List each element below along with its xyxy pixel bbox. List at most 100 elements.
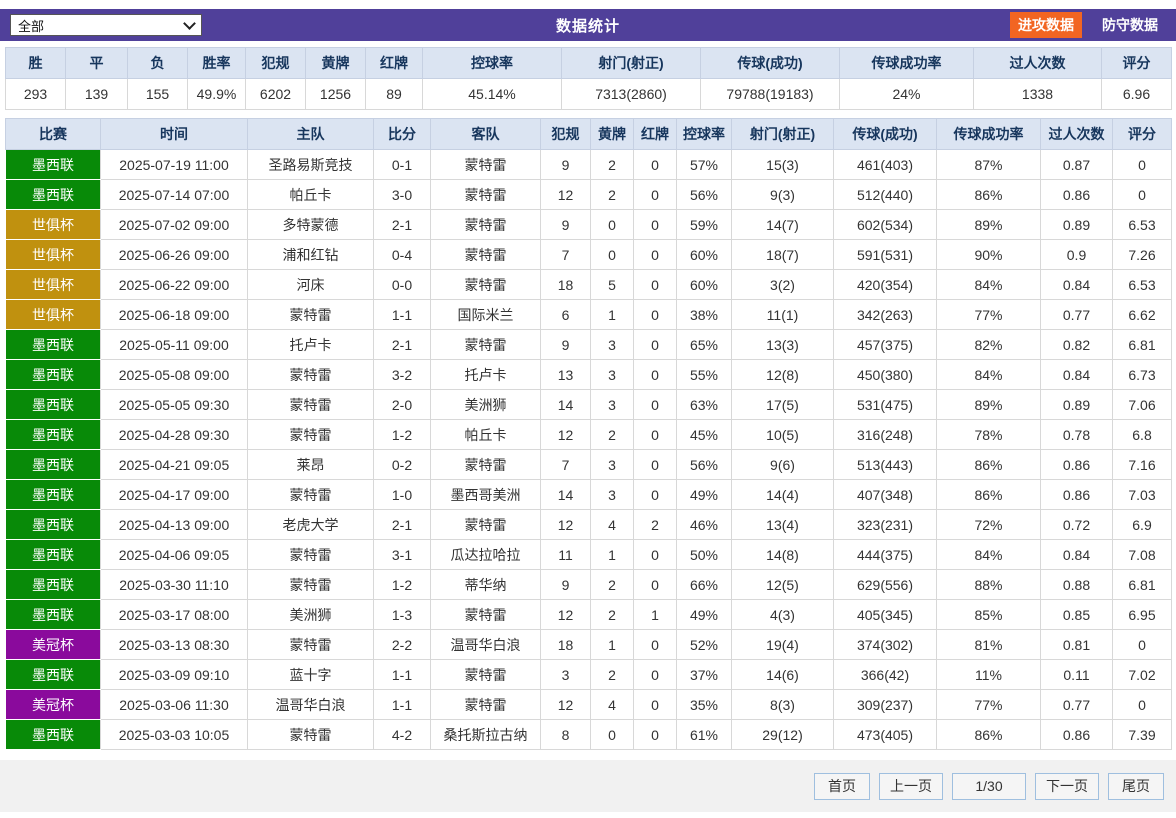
league-badge: 墨西联 xyxy=(5,599,101,630)
league-badge: 墨西联 xyxy=(5,329,101,360)
match-row: 墨西联 2025-03-17 08:00 美洲狮 1-3 蒙特雷 12 2 1 49% 4(3) 4… xyxy=(5,599,1172,630)
prev-page-button[interactable]: 上一页 xyxy=(879,772,943,800)
match-cell: 0.81 xyxy=(1040,629,1113,660)
match-cell: 316(248) xyxy=(833,419,937,450)
match-cell: 81% xyxy=(936,629,1041,660)
match-cell: 450(380) xyxy=(833,359,937,390)
match-cell: 61% xyxy=(676,719,732,750)
league-badge: 墨西联 xyxy=(5,659,101,690)
next-page-button[interactable]: 下一页 xyxy=(1035,772,1099,800)
pagination-bar: 首页 上一页 1/30 下一页 尾页 xyxy=(0,760,1176,812)
match-row: 世俱杯 2025-07-02 09:00 多特蒙德 2-1 蒙特雷 9 0 0 59% 14(7)… xyxy=(5,209,1172,240)
match-cell: 1-1 xyxy=(373,659,431,690)
match-cell: 9 xyxy=(540,149,591,180)
league-badge: 墨西联 xyxy=(5,509,101,540)
league-badge: 墨西联 xyxy=(5,419,101,450)
match-cell: 美洲狮 xyxy=(247,599,374,630)
match-cell: 0.87 xyxy=(1040,149,1113,180)
summary-header-cell: 评分 xyxy=(1101,47,1172,79)
match-cell: 14 xyxy=(540,389,591,420)
match-cell: 366(42) xyxy=(833,659,937,690)
league-badge: 墨西联 xyxy=(5,449,101,480)
match-cell: 蒙特雷 xyxy=(430,209,541,240)
match-cell: 11(1) xyxy=(731,299,834,330)
match-row: 世俱杯 2025-06-22 09:00 河床 0-0 蒙特雷 18 5 0 60% 3(2) 42… xyxy=(5,269,1172,300)
match-cell: 浦和红钻 xyxy=(247,239,374,270)
match-cell: 323(231) xyxy=(833,509,937,540)
match-cell: 0 xyxy=(1112,689,1172,720)
match-cell: 72% xyxy=(936,509,1041,540)
match-cell: 82% xyxy=(936,329,1041,360)
matches-header-cell: 时间 xyxy=(100,118,248,150)
match-cell: 531(475) xyxy=(833,389,937,420)
match-cell: 46% xyxy=(676,509,732,540)
match-cell: 2 xyxy=(590,419,634,450)
match-cell: 桑托斯拉古纳 xyxy=(430,719,541,750)
match-cell: 6.95 xyxy=(1112,599,1172,630)
matches-header-cell: 评分 xyxy=(1112,118,1172,150)
match-cell: 0 xyxy=(590,719,634,750)
matches-header-cell: 控球率 xyxy=(676,118,732,150)
match-row: 墨西联 2025-07-19 11:00 圣路易斯竞技 0-1 蒙特雷 9 2 0 57% 15(… xyxy=(5,149,1172,180)
match-cell: 87% xyxy=(936,149,1041,180)
match-cell: 60% xyxy=(676,239,732,270)
match-cell: 蒙特雷 xyxy=(247,539,374,570)
page-indicator[interactable]: 1/30 xyxy=(952,772,1026,800)
match-cell: 3-0 xyxy=(373,179,431,210)
matches-header-cell: 黄牌 xyxy=(590,118,634,150)
match-cell: 6.62 xyxy=(1112,299,1172,330)
match-cell: 52% xyxy=(676,629,732,660)
match-cell: 0 xyxy=(633,719,677,750)
match-cell: 蒙特雷 xyxy=(247,629,374,660)
summary-header-cell: 传球(成功) xyxy=(700,47,840,79)
match-row: 美冠杯 2025-03-13 08:30 蒙特雷 2-2 温哥华白浪 18 1 0 52% 19(… xyxy=(5,629,1172,660)
match-cell: 9(6) xyxy=(731,449,834,480)
match-cell: 4-2 xyxy=(373,719,431,750)
match-row: 墨西联 2025-04-06 09:05 蒙特雷 3-1 瓜达拉哈拉 11 1 0 50% 14(… xyxy=(5,539,1172,570)
match-cell: 2025-03-13 08:30 xyxy=(100,629,248,660)
match-cell: 蒙特雷 xyxy=(247,719,374,750)
match-cell: 2 xyxy=(590,569,634,600)
match-cell: 0 xyxy=(633,359,677,390)
match-cell: 0.89 xyxy=(1040,209,1113,240)
match-cell: 2025-03-06 11:30 xyxy=(100,689,248,720)
summary-value-cell: 79788(19183) xyxy=(700,78,840,110)
match-row: 墨西联 2025-03-03 10:05 蒙特雷 4-2 桑托斯拉古纳 8 0 0 61% 29(… xyxy=(5,719,1172,750)
match-cell: 0.77 xyxy=(1040,689,1113,720)
summary-header-cell: 传球成功率 xyxy=(839,47,974,79)
first-page-button[interactable]: 首页 xyxy=(814,772,870,800)
match-cell: 2-0 xyxy=(373,389,431,420)
match-cell: 38% xyxy=(676,299,732,330)
match-cell: 2025-04-21 09:05 xyxy=(100,449,248,480)
last-page-button[interactable]: 尾页 xyxy=(1108,772,1164,800)
match-cell: 蒙特雷 xyxy=(247,479,374,510)
match-cell: 405(345) xyxy=(833,599,937,630)
summary-value-cell: 7313(2860) xyxy=(561,78,701,110)
match-cell: 4(3) xyxy=(731,599,834,630)
match-cell: 2025-06-26 09:00 xyxy=(100,239,248,270)
match-cell: 45% xyxy=(676,419,732,450)
match-row: 墨西联 2025-05-05 09:30 蒙特雷 2-0 美洲狮 14 3 0 63% 17(5)… xyxy=(5,389,1172,420)
top-bar-left: 全部 xyxy=(10,14,240,36)
match-cell: 0 xyxy=(1112,629,1172,660)
match-cell: 9(3) xyxy=(731,179,834,210)
match-cell: 2025-04-06 09:05 xyxy=(100,539,248,570)
league-filter-dropdown[interactable]: 全部 xyxy=(10,14,202,36)
match-cell: 7.39 xyxy=(1112,719,1172,750)
match-cell: 4 xyxy=(590,689,634,720)
match-cell: 86% xyxy=(936,479,1041,510)
match-cell: 3(2) xyxy=(731,269,834,300)
match-cell: 2 xyxy=(590,149,634,180)
match-cell: 温哥华白浪 xyxy=(247,689,374,720)
league-badge: 墨西联 xyxy=(5,569,101,600)
tab-attack-data[interactable]: 进攻数据 xyxy=(1010,12,1082,38)
match-cell: 1-0 xyxy=(373,479,431,510)
match-cell: 60% xyxy=(676,269,732,300)
summary-value-cell: 1256 xyxy=(305,78,366,110)
match-cell: 513(443) xyxy=(833,449,937,480)
match-cell: 56% xyxy=(676,179,732,210)
match-cell: 84% xyxy=(936,269,1041,300)
match-cell: 0 xyxy=(633,329,677,360)
match-cell: 11 xyxy=(540,539,591,570)
tab-defense-data[interactable]: 防守数据 xyxy=(1094,12,1166,38)
